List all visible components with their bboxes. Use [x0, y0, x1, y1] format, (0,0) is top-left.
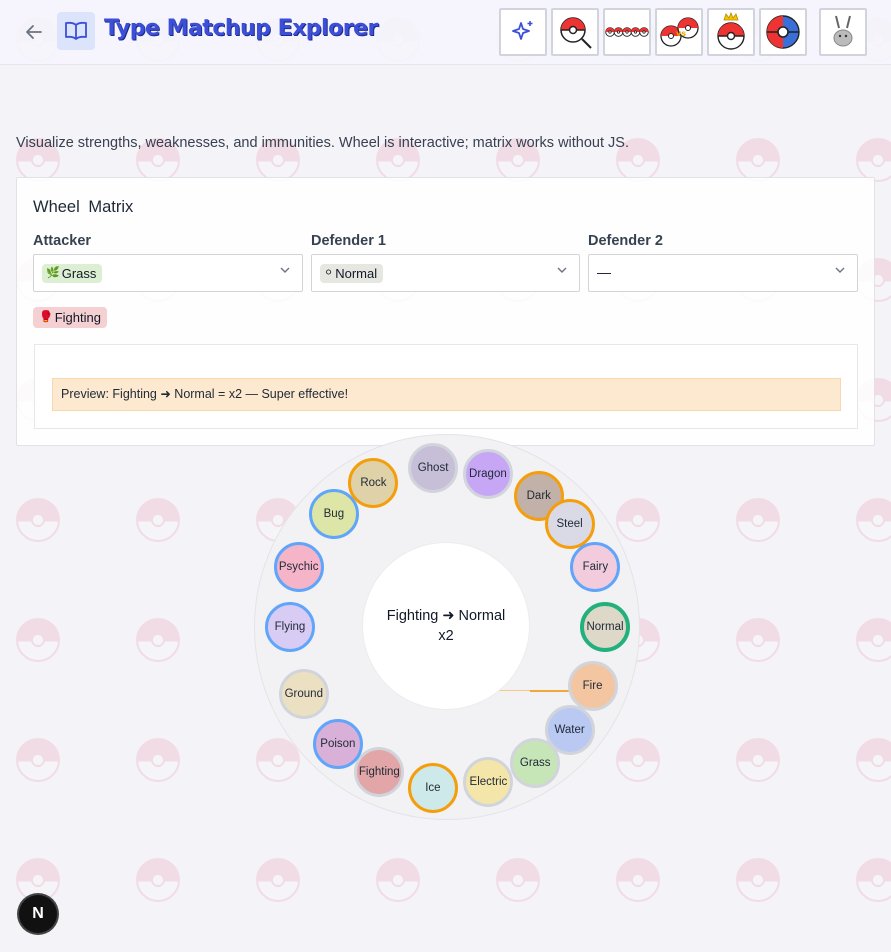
pokeball-pattern-icon: [736, 618, 780, 662]
champion-button[interactable]: [707, 8, 755, 56]
type-node-rock[interactable]: Rock: [348, 457, 399, 508]
wheel-center-matchup: Fighting ➜ Normal: [386, 608, 506, 624]
pokeball-pattern-icon: [376, 858, 420, 902]
type-node-grass[interactable]: Grass: [510, 737, 561, 788]
chevron-down-icon: [557, 267, 567, 273]
attacker-type-pill: 🌿 Grass: [42, 264, 103, 283]
defender2-label: Defender 2: [588, 233, 663, 249]
page-subtitle: Visualize strengths, weaknesses, and imm…: [16, 135, 630, 151]
normal-icon: ⚪: [324, 267, 334, 279]
defender2-select[interactable]: —: [588, 254, 858, 292]
view-tabs: Wheel Matrix: [33, 198, 137, 217]
type-node-fire[interactable]: Fire: [567, 660, 618, 711]
pokeball-row-icon: [605, 27, 649, 37]
defender1-label: Defender 1: [311, 233, 386, 249]
book-icon[interactable]: [57, 12, 95, 50]
pokeball-pattern-icon: [496, 858, 540, 902]
attacker-value: Grass: [61, 266, 97, 281]
pokeball-pattern-icon: [256, 858, 300, 902]
sparkle-icon: [512, 21, 533, 40]
tab-wheel[interactable]: Wheel: [33, 198, 80, 216]
type-wheel: Fighting ➜ Normal x2 Ghost Dragon Dark Stee…: [254, 434, 640, 820]
search-pokemon-button[interactable]: [551, 8, 599, 56]
chevron-down-icon: [835, 267, 845, 273]
wheel-center-multiplier: x2: [438, 628, 454, 644]
rabbit-icon: [833, 15, 853, 47]
pokeball-pattern-icon: [856, 738, 891, 782]
type-node-steel[interactable]: Steel: [544, 499, 595, 550]
pokeball-pattern-icon: [856, 858, 891, 902]
pokeball-pattern-icon: [616, 858, 660, 902]
pokeball-crown-icon: [717, 11, 745, 50]
team-builder-button[interactable]: [603, 8, 651, 56]
preview-text: Preview: Fighting ➜ Normal = x2 — Super …: [52, 378, 841, 411]
pokeball-pattern-icon: [736, 498, 780, 542]
pokeball-search-icon: [560, 17, 592, 49]
type-node-dragon[interactable]: Dragon: [462, 449, 513, 500]
pokeball-pattern-icon: [136, 618, 180, 662]
pokeball-pattern-icon: [736, 858, 780, 902]
defender1-select[interactable]: ⚪ Normal: [311, 254, 580, 292]
selected-type-chip[interactable]: 🥊 Fighting: [33, 307, 107, 328]
pokeball-versus-icon: vs: [660, 17, 699, 47]
pokeball-pattern-icon: [136, 858, 180, 902]
app-title: Type Matchup Explorer: [104, 16, 378, 41]
top-bar: Type Matchup Explorer vs: [0, 0, 891, 65]
type-matchup-button[interactable]: [759, 8, 807, 56]
type-node-flying[interactable]: Flying: [265, 602, 315, 652]
matchup-card: Wheel Matrix Attacker 🌿 Grass Defender 1…: [16, 177, 875, 446]
chevron-down-icon: [280, 267, 290, 273]
pokeball-pattern-icon: [16, 738, 60, 782]
type-node-psychic[interactable]: Psychic: [273, 542, 324, 593]
selected-type-label: Fighting: [54, 310, 101, 325]
pokeball-pattern-icon: [856, 498, 891, 542]
pokeball-target-icon: [766, 15, 800, 49]
back-arrow-icon[interactable]: [22, 20, 46, 44]
defender1-type-pill: ⚪ Normal: [320, 264, 384, 283]
defender1-value: Normal: [335, 266, 378, 281]
dev-badge[interactable]: N: [19, 895, 57, 933]
type-node-ghost[interactable]: Ghost: [408, 442, 459, 493]
pokeball-pattern-icon: [136, 498, 180, 542]
pokeball-pattern-icon: [16, 498, 60, 542]
type-node-normal[interactable]: Normal: [580, 602, 630, 652]
type-node-electric[interactable]: Electric: [463, 756, 514, 807]
wheel-center: Fighting ➜ Normal x2: [362, 542, 530, 710]
defender2-value: —: [597, 264, 611, 280]
type-node-poison[interactable]: Poison: [312, 719, 363, 770]
rabbit-button[interactable]: [819, 8, 867, 56]
attacker-label: Attacker: [33, 233, 92, 249]
pokeball-pattern-icon: [736, 738, 780, 782]
preview-panel: Preview: Fighting ➜ Normal = x2 — Super …: [34, 344, 858, 429]
tab-matrix[interactable]: Matrix: [88, 198, 133, 216]
pokeball-pattern-icon: [856, 618, 891, 662]
pokeball-pattern-icon: [136, 738, 180, 782]
sparkle-button[interactable]: [499, 8, 547, 56]
type-node-ground[interactable]: Ground: [278, 668, 329, 719]
pokeball-pattern-icon: [16, 618, 60, 662]
pokeball-pattern-icon: [736, 138, 780, 182]
svg-text:vs: vs: [676, 29, 686, 38]
grass-icon: 🌿: [46, 267, 60, 279]
boxing-glove-icon: 🥊: [39, 311, 53, 323]
attacker-select[interactable]: 🌿 Grass: [33, 254, 303, 292]
pokeball-pattern-icon: [856, 138, 891, 182]
type-node-ice[interactable]: Ice: [407, 763, 458, 814]
versus-button[interactable]: vs: [655, 8, 703, 56]
